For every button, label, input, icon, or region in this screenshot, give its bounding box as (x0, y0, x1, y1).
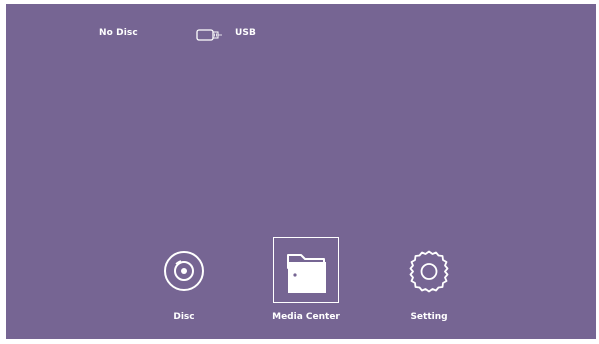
usb-label: USB (235, 28, 256, 38)
disc-status: No Disc (99, 28, 138, 38)
menu-label-setting: Setting (410, 312, 448, 322)
menu-item-disc[interactable] (151, 238, 217, 304)
usb-drive-icon (196, 27, 226, 41)
menu-label-media-center: Media Center (272, 312, 340, 322)
home-screen: No Disc USB Disc Media Center Setting (6, 4, 596, 339)
menu-item-setting[interactable] (396, 238, 462, 304)
menu-item-media-center[interactable] (273, 237, 339, 303)
menu-label-disc: Disc (173, 312, 195, 322)
